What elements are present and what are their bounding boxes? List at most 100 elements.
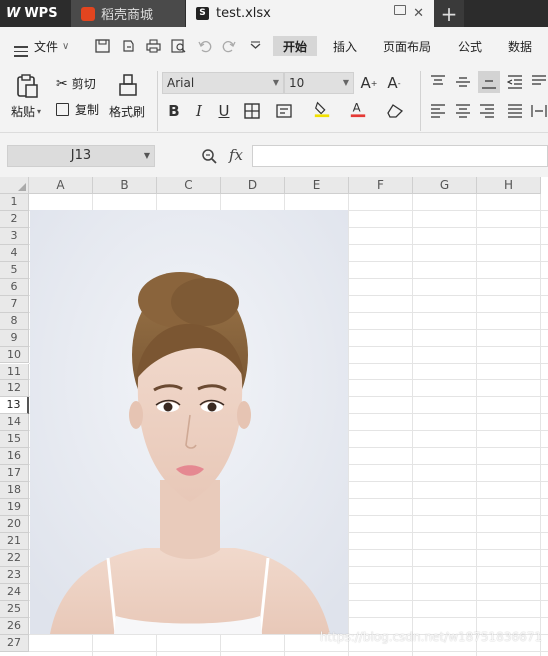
row-header-18[interactable]: 18 [0, 482, 29, 500]
ribbon-divider [157, 71, 158, 131]
underline-label: U [218, 102, 230, 120]
row-header-17[interactable]: 17 [0, 465, 29, 483]
hamburger-menu-icon[interactable] [14, 27, 30, 65]
row-header-19[interactable]: 19 [0, 499, 29, 517]
borders-icon[interactable] [243, 102, 261, 120]
row-header-23[interactable]: 23 [0, 566, 29, 584]
print-preview-icon[interactable] [171, 39, 186, 53]
column-gridline [540, 194, 541, 656]
zoom-icon[interactable] [201, 148, 217, 167]
redo-icon[interactable] [222, 39, 237, 53]
row-header-15[interactable]: 15 [0, 431, 29, 449]
portrait-image[interactable] [30, 210, 348, 634]
column-header-e[interactable]: E [285, 177, 349, 194]
row-header-8[interactable]: 8 [0, 312, 29, 330]
row-header-14[interactable]: 14 [0, 414, 29, 432]
column-header-b[interactable]: B [93, 177, 157, 194]
align-center-icon[interactable] [454, 102, 472, 120]
row-header-1[interactable]: 1 [0, 194, 29, 211]
row-header-6[interactable]: 6 [0, 278, 29, 296]
font-size-select[interactable]: 10 ▼ [284, 72, 354, 94]
row-header-21[interactable]: 21 [0, 533, 29, 550]
ribbon-divider [420, 71, 421, 131]
spreadsheet-grid[interactable]: ABCDEFGH 1 2 3 4 5 6 7 8 9 10 11 12 13 14 15 16 17 18 19 20… [0, 177, 548, 656]
row-header-27[interactable]: 27 [0, 634, 29, 652]
export-icon[interactable] [121, 39, 136, 53]
tab-data[interactable]: 数据 [508, 27, 532, 65]
row-header-16[interactable]: 16 [0, 448, 29, 466]
distribute-icon[interactable] [530, 102, 548, 120]
decrease-font-icon[interactable]: A- [385, 74, 403, 92]
tab-home[interactable]: 开始 [273, 36, 317, 56]
wrap-text-icon[interactable] [530, 73, 548, 91]
chevron-down-icon: ▼ [272, 78, 279, 87]
align-middle-icon[interactable] [454, 73, 472, 91]
row-header-12[interactable]: 12 [0, 380, 29, 398]
tab-formulas[interactable]: 公式 [458, 27, 482, 65]
wps-home-tab[interactable]: W WPS [0, 0, 70, 27]
tab-test-xlsx[interactable]: S test.xlsx ✕ [186, 0, 434, 27]
paste-button[interactable]: 粘贴 ▾ [11, 103, 41, 120]
column-header-a[interactable]: A [29, 177, 93, 194]
indent-decrease-icon[interactable] [506, 73, 524, 91]
row-gridline [29, 650, 548, 652]
undo-icon[interactable] [197, 39, 212, 53]
clear-format-icon[interactable] [386, 102, 404, 120]
bold-button[interactable]: B [165, 102, 183, 120]
row-header-22[interactable]: 22 [0, 549, 29, 567]
fill-color-icon[interactable] [313, 100, 331, 118]
row-header-7[interactable]: 7 [0, 295, 29, 313]
paste-icon[interactable] [14, 73, 44, 99]
row-header-24[interactable]: 24 [0, 583, 29, 601]
file-menu[interactable]: 文件 ∨ [34, 27, 69, 65]
format-painter-label: 格式刷 [109, 105, 146, 119]
format-painter-icon[interactable] [117, 73, 139, 97]
row-header-2[interactable]: 2 [0, 210, 29, 228]
formula-input[interactable] [252, 145, 548, 167]
column-header-g[interactable]: G [413, 177, 477, 194]
row-header-5[interactable]: 5 [0, 261, 29, 279]
window-mode-icon[interactable] [394, 5, 406, 15]
cell-style-icon[interactable] [276, 102, 294, 120]
align-bottom-icon[interactable] [478, 71, 500, 93]
name-box[interactable]: J13 ▼ [7, 145, 155, 167]
docer-logo-icon [81, 6, 95, 21]
underline-button[interactable]: U [215, 102, 233, 120]
tab-docer-store[interactable]: 稻壳商城 [71, 0, 185, 27]
font-color-icon[interactable]: A [349, 100, 367, 118]
column-header-c[interactable]: C [157, 177, 221, 194]
align-top-icon[interactable] [429, 73, 447, 91]
align-left-icon[interactable] [429, 102, 447, 120]
cut-button[interactable]: ✂ 剪切 [56, 75, 96, 92]
row-header-9[interactable]: 9 [0, 329, 29, 347]
row-header-4[interactable]: 4 [0, 244, 29, 262]
column-header-f[interactable]: F [349, 177, 413, 194]
font-name-select[interactable]: Arial ▼ [162, 72, 284, 94]
row-header-13[interactable]: 13 [0, 397, 29, 415]
tab-page-layout[interactable]: 页面布局 [383, 27, 431, 65]
row-header-3[interactable]: 3 [0, 227, 29, 245]
wps-logo-icon: W [6, 6, 21, 21]
row-header-11[interactable]: 11 [0, 363, 29, 381]
save-icon[interactable] [95, 39, 110, 53]
row-header-25[interactable]: 25 [0, 600, 29, 618]
justify-icon[interactable] [506, 102, 524, 120]
tab-insert[interactable]: 插入 [333, 27, 357, 65]
row-header-20[interactable]: 20 [0, 516, 29, 533]
column-header-d[interactable]: D [221, 177, 285, 194]
align-right-icon[interactable] [478, 102, 496, 120]
insert-function-icon[interactable]: fx [229, 146, 243, 164]
close-icon[interactable]: ✕ [413, 6, 424, 21]
new-tab-button[interactable]: + [434, 0, 464, 27]
svg-text:A: A [353, 101, 361, 115]
select-all-corner[interactable] [0, 177, 29, 194]
row-header-26[interactable]: 26 [0, 617, 29, 635]
print-icon[interactable] [146, 39, 161, 53]
italic-button[interactable]: I [190, 102, 208, 120]
increase-font-icon[interactable]: A + [360, 74, 378, 92]
row-header-10[interactable]: 10 [0, 346, 29, 364]
column-header-h[interactable]: H [477, 177, 541, 194]
copy-button[interactable]: 复制 [56, 101, 99, 118]
customize-toolbar-icon[interactable] [248, 39, 263, 53]
format-painter-button[interactable]: 格式刷 [109, 103, 145, 120]
